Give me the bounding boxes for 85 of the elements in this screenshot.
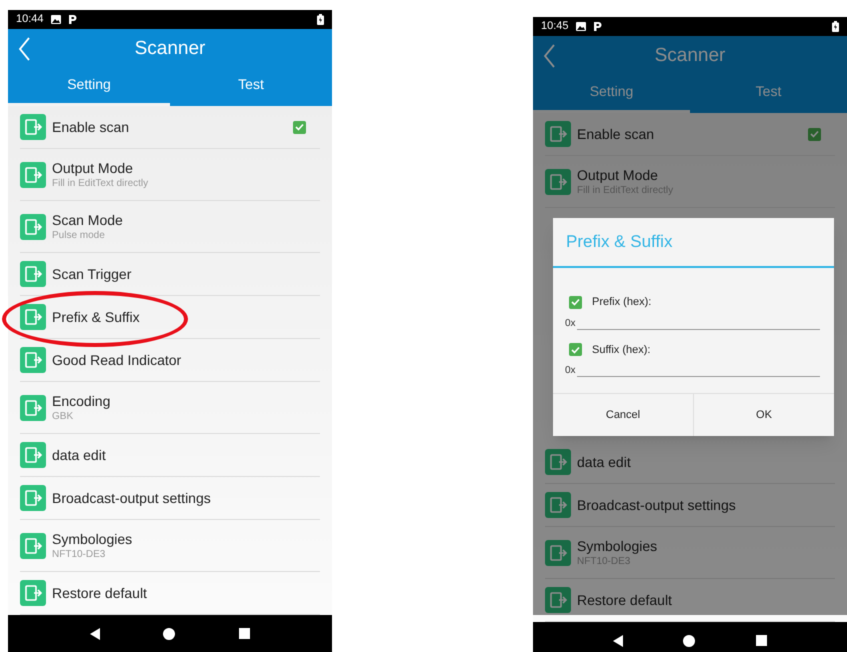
item-title: Symbologies xyxy=(52,530,134,548)
dialog-button[interactable]: OK xyxy=(693,394,834,436)
settings-tile-icon xyxy=(20,442,46,468)
item-title: Scan Mode xyxy=(52,211,124,229)
settings-tile-icon xyxy=(20,114,46,140)
parking-icon xyxy=(68,14,77,25)
item-title: Broadcast-output settings xyxy=(52,489,212,507)
item-title: Enable scan xyxy=(577,125,656,143)
settings-tile-icon xyxy=(20,214,46,240)
settings-row[interactable]: data edit xyxy=(545,441,835,484)
item-title: Broadcast-output settings xyxy=(577,496,737,514)
settings-tile-icon xyxy=(545,121,571,147)
image-icon xyxy=(576,22,586,31)
battery-icon xyxy=(317,14,324,25)
field-label: Prefix (hex): xyxy=(592,295,652,310)
settings-row[interactable]: Output Mode Fill in EditText directly xyxy=(20,149,320,201)
image-icon xyxy=(50,15,61,24)
item-title: Symbologies xyxy=(577,537,658,555)
item-subtitle: Pulse mode xyxy=(52,229,106,242)
checkbox[interactable] xyxy=(569,296,582,309)
item-title: Good Read Indicator xyxy=(52,351,182,369)
settings-tile-icon xyxy=(20,261,46,287)
item-title: Output Mode xyxy=(52,159,134,177)
settings-row[interactable]: Encoding GBK xyxy=(20,382,320,434)
item-subtitle: Fill in EditText directly xyxy=(52,177,150,190)
recents-square-icon xyxy=(756,635,767,646)
settings-row[interactable]: Scan Trigger xyxy=(20,253,320,296)
checkbox[interactable] xyxy=(293,120,306,134)
settings-row[interactable]: Prefix & Suffix xyxy=(20,296,320,339)
item-title: Restore default xyxy=(52,584,148,602)
settings-row[interactable]: Enable scan xyxy=(20,106,320,149)
battery-icon xyxy=(832,21,839,32)
back-icon xyxy=(18,37,30,61)
settings-row[interactable]: Good Read Indicator xyxy=(20,339,320,382)
back-triangle-icon xyxy=(613,634,624,646)
screen-title: Scanner xyxy=(134,36,206,61)
back-icon xyxy=(543,44,555,68)
check-icon xyxy=(571,346,580,354)
check-icon xyxy=(571,298,580,306)
hex-prefix: 0x xyxy=(565,365,576,377)
settings-tile-icon xyxy=(545,492,571,518)
settings-row[interactable]: Symbologies NFT10-DE3 xyxy=(20,520,320,572)
screen-title: Scanner xyxy=(654,44,726,68)
settings-row[interactable]: Enable scan xyxy=(545,113,835,156)
item-title: Encoding xyxy=(52,392,112,410)
settings-row[interactable]: Scan Mode Pulse mode xyxy=(20,201,320,253)
field-label: Suffix (hex): xyxy=(592,342,650,358)
parking-icon xyxy=(592,21,602,32)
tab[interactable]: Test xyxy=(170,69,332,106)
settings-tile-icon xyxy=(20,304,46,330)
status-time: 10:44 xyxy=(16,12,44,28)
settings-tile-icon xyxy=(20,532,46,558)
item-subtitle: NFT10-DE3 xyxy=(52,548,106,561)
settings-row[interactable]: Broadcast-output settings xyxy=(545,484,835,527)
settings-tile-icon xyxy=(20,162,46,188)
home-circle-icon xyxy=(683,634,696,646)
settings-tile-icon xyxy=(20,394,46,420)
settings-tile-icon xyxy=(545,587,571,613)
settings-tile-icon xyxy=(545,540,571,566)
item-title: data edit xyxy=(577,453,632,471)
item-title: Enable scan xyxy=(52,118,130,136)
settings-tile-icon xyxy=(545,168,571,194)
settings-tile-icon xyxy=(20,485,46,511)
item-title: Scan Trigger xyxy=(52,265,132,283)
home-circle-icon xyxy=(163,628,176,640)
settings-tile-icon xyxy=(20,580,46,606)
item-title: Restore default xyxy=(577,591,673,609)
back-triangle-icon xyxy=(90,628,100,640)
checkbox[interactable] xyxy=(808,128,821,140)
check-icon xyxy=(295,123,304,131)
hex-prefix: 0x xyxy=(565,318,576,330)
settings-tile-icon xyxy=(545,449,571,475)
item-title: data edit xyxy=(52,446,107,464)
checkbox[interactable] xyxy=(569,343,582,356)
dialog-button[interactable]: Cancel xyxy=(553,394,693,436)
check-icon xyxy=(810,130,819,138)
item-title: Prefix & Suffix xyxy=(52,308,141,326)
recents-square-icon xyxy=(239,628,250,639)
settings-row[interactable]: Broadcast-output settings xyxy=(20,477,320,520)
dialog-title: Prefix & Suffix xyxy=(566,231,672,254)
settings-row[interactable]: data edit xyxy=(20,434,320,477)
status-time: 10:45 xyxy=(541,19,569,34)
item-title: Output Mode xyxy=(577,166,659,184)
item-subtitle: GBK xyxy=(52,410,74,423)
settings-tile-icon xyxy=(20,347,46,373)
